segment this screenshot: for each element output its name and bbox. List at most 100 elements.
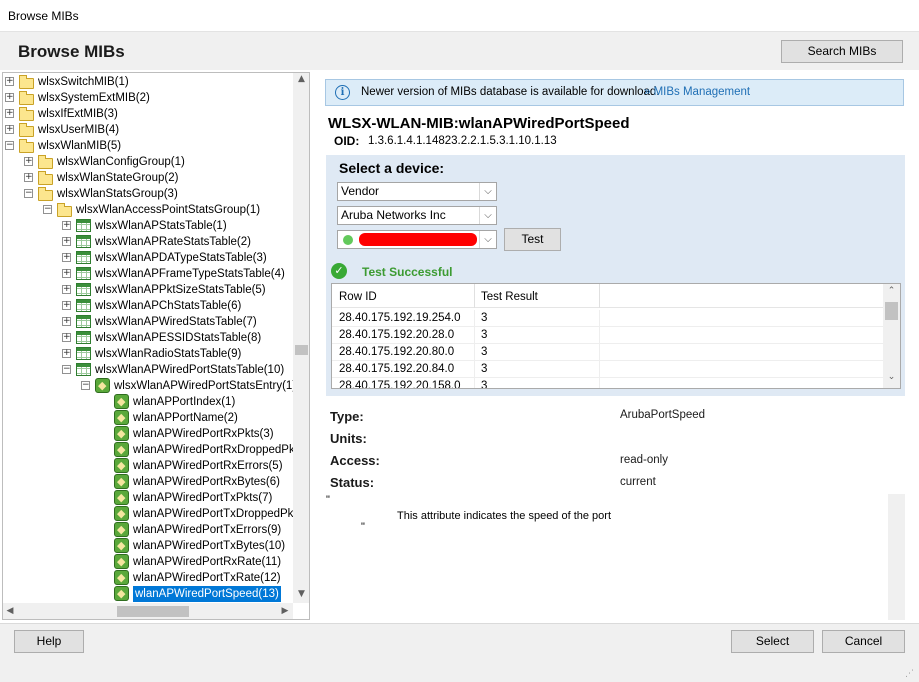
tree-node-label[interactable]: wlanAPWiredPortTxDroppedPkt: [133, 506, 297, 522]
tree-node[interactable]: + wlsxWlanStateGroup(2): [3, 170, 293, 186]
expand-icon[interactable]: +: [5, 77, 14, 86]
collapse-icon[interactable]: −: [81, 381, 90, 390]
tree-node[interactable]: wlanAPWiredPortTxErrors(9): [3, 522, 293, 538]
tree-node-label[interactable]: wlsxSwitchMIB(1): [38, 74, 129, 90]
tree-node[interactable]: + wlsxWlanRadioStatsTable(9): [3, 346, 293, 362]
tree-node[interactable]: − wlsxWlanAPWiredPortStatsTable(10): [3, 362, 293, 378]
column-header-test-result[interactable]: Test Result: [481, 289, 538, 305]
expand-icon[interactable]: +: [62, 269, 71, 278]
test-results-grid[interactable]: Row ID Test Result 28.40.175.192.19.254.…: [331, 283, 901, 389]
expand-icon[interactable]: +: [5, 93, 14, 102]
tree-node[interactable]: − wlsxWlanAPWiredPortStatsEntry(1): [3, 378, 296, 394]
tree-node-label[interactable]: wlsxWlanAPFrameTypeStatsTable(4): [95, 266, 285, 282]
tree-node[interactable]: wlanAPWiredPortRxRate(11): [3, 554, 293, 570]
tree-node[interactable]: + wlsxWlanAPESSIDStatsTable(8): [3, 330, 293, 346]
tree-node-label[interactable]: wlanAPWiredPortRxErrors(5): [133, 458, 283, 474]
scroll-left-icon[interactable]: ◀: [4, 606, 16, 616]
help-button[interactable]: Help: [14, 630, 84, 653]
tree-node[interactable]: + wlsxWlanAPFrameTypeStatsTable(4): [3, 266, 293, 282]
tree-node[interactable]: wlanAPWiredPortRxBytes(6): [3, 474, 293, 490]
tree-node[interactable]: wlanAPWiredPortTxBytes(10): [3, 538, 293, 554]
expand-icon[interactable]: +: [24, 173, 33, 182]
chevron-down-icon[interactable]: ⌵: [479, 207, 496, 224]
tree-node[interactable]: + wlsxSystemExtMIB(2): [3, 90, 293, 106]
description-scrollbar[interactable]: [888, 494, 905, 620]
tree-node[interactable]: wlanAPWiredPortTxDroppedPkt: [3, 506, 297, 522]
tree-horizontal-scrollbar[interactable]: ◀ ▶: [3, 603, 293, 619]
scroll-right-icon[interactable]: ▶: [279, 606, 291, 616]
tree-node-label[interactable]: wlanAPPortName(2): [133, 410, 238, 426]
tree-node[interactable]: + wlsxWlanAPRateStatsTable(2): [3, 234, 293, 250]
tree-node[interactable]: − wlsxWlanStatsGroup(3): [3, 186, 293, 202]
tree-node-label[interactable]: wlsxSystemExtMIB(2): [38, 90, 150, 106]
mibs-management-link[interactable]: » MIBs Management: [644, 86, 750, 98]
grid-vertical-scrollbar[interactable]: ⌃ ⌄: [883, 284, 900, 388]
tree-node-label[interactable]: wlsxUserMIB(4): [38, 122, 119, 138]
device-type-combo[interactable]: Vendor ⌵: [337, 182, 497, 201]
test-button[interactable]: Test: [504, 228, 561, 251]
tree-node-label[interactable]: wlsxWlanAPESSIDStatsTable(8): [95, 330, 261, 346]
tree-node-label[interactable]: wlsxWlanStatsGroup(3): [57, 186, 178, 202]
table-row[interactable]: 28.40.175.192.20.158.0 3: [332, 378, 883, 388]
tree-node[interactable]: + wlsxSwitchMIB(1): [3, 74, 293, 90]
tree-node[interactable]: wlanAPWiredPortTxRate(12): [3, 570, 293, 586]
tree-node-label[interactable]: wlanAPWiredPortRxBytes(6): [133, 474, 280, 490]
chevron-down-icon[interactable]: ⌵: [479, 183, 496, 200]
tree-node[interactable]: wlanAPWiredPortRxErrors(5): [3, 458, 293, 474]
table-row[interactable]: 28.40.175.192.19.254.0 3: [332, 310, 883, 327]
select-button[interactable]: Select: [731, 630, 814, 653]
tree-node-label[interactable]: wlsxWlanRadioStatsTable(9): [95, 346, 241, 362]
collapse-icon[interactable]: −: [5, 141, 14, 150]
expand-icon[interactable]: +: [24, 157, 33, 166]
tree-node-label[interactable]: wlanAPWiredPortRxPkts(3): [133, 426, 274, 442]
scroll-down-icon[interactable]: ▼: [293, 589, 309, 599]
vendor-combo[interactable]: Aruba Networks Inc ⌵: [337, 206, 497, 225]
chevron-down-icon[interactable]: ⌵: [479, 231, 496, 248]
tree-node-label[interactable]: wlsxWlanAPStatsTable(1): [95, 218, 227, 234]
tree-node[interactable]: wlanAPWiredPortSpeed(13): [3, 586, 293, 602]
tree-node-label[interactable]: wlanAPPortIndex(1): [133, 394, 235, 410]
expand-icon[interactable]: +: [62, 237, 71, 246]
tree-node[interactable]: + wlsxUserMIB(4): [3, 122, 293, 138]
tree-node[interactable]: − wlsxWlanMIB(5): [3, 138, 293, 154]
expand-icon[interactable]: +: [62, 349, 71, 358]
tree-node[interactable]: wlanAPWiredPortTxPkts(7): [3, 490, 293, 506]
collapse-icon[interactable]: −: [62, 365, 71, 374]
tree-node-label[interactable]: wlanAPWiredPortTxRate(12): [133, 570, 281, 586]
tree-node-label[interactable]: wlsxWlanStateGroup(2): [57, 170, 178, 186]
tree-node[interactable]: + wlsxWlanAPChStatsTable(6): [3, 298, 293, 314]
tree-node-label[interactable]: wlsxWlanMIB(5): [38, 138, 121, 154]
scroll-down-icon[interactable]: ⌄: [883, 372, 900, 382]
tree-node-label[interactable]: wlsxWlanAPRateStatsTable(2): [95, 234, 251, 250]
tree-node-label[interactable]: wlanAPWiredPortRxDroppedPk: [133, 442, 295, 458]
tree-node[interactable]: wlanAPPortIndex(1): [3, 394, 293, 410]
tree-node[interactable]: + wlsxWlanAPStatsTable(1): [3, 218, 293, 234]
tree-node-label[interactable]: wlsxWlanConfigGroup(1): [57, 154, 185, 170]
column-header-row-id[interactable]: Row ID: [339, 289, 377, 305]
expand-icon[interactable]: +: [5, 125, 14, 134]
tree-node-label[interactable]: wlsxWlanAPWiredStatsTable(7): [95, 314, 257, 330]
expand-icon[interactable]: +: [62, 317, 71, 326]
scroll-up-icon[interactable]: ⌃: [883, 286, 900, 296]
tree-node-label[interactable]: wlsxWlanAPWiredPortStatsTable(10): [95, 362, 284, 378]
tree-node-label[interactable]: wlsxWlanAPPktSizeStatsTable(5): [95, 282, 266, 298]
tree-node-label[interactable]: wlsxWlanAPWiredPortStatsEntry(1): [114, 378, 296, 394]
cancel-button[interactable]: Cancel: [822, 630, 905, 653]
expand-icon[interactable]: +: [5, 109, 14, 118]
tree-node-label[interactable]: wlsxIfExtMIB(3): [38, 106, 118, 122]
table-row[interactable]: 28.40.175.192.20.28.0 3: [332, 327, 883, 344]
expand-icon[interactable]: +: [62, 221, 71, 230]
tree-node-label-selected[interactable]: wlanAPWiredPortSpeed(13): [133, 586, 281, 602]
tree-node-label[interactable]: wlanAPWiredPortRxRate(11): [133, 554, 281, 570]
tree-node[interactable]: wlanAPPortName(2): [3, 410, 293, 426]
collapse-icon[interactable]: −: [43, 205, 52, 214]
table-row[interactable]: 28.40.175.192.20.80.0 3: [332, 344, 883, 361]
description-box[interactable]: " This attribute indicates the speed of …: [325, 494, 905, 620]
tree-node[interactable]: − wlsxWlanAccessPointStatsGroup(1): [3, 202, 293, 218]
collapse-icon[interactable]: −: [24, 189, 33, 198]
scroll-up-icon[interactable]: ▲: [293, 74, 309, 84]
tree-node[interactable]: + wlsxWlanAPPktSizeStatsTable(5): [3, 282, 293, 298]
tree-scroll-thumb[interactable]: [295, 345, 308, 355]
tree-node-label[interactable]: wlanAPWiredPortTxPkts(7): [133, 490, 272, 506]
tree-vertical-scrollbar[interactable]: ▲ ▼: [293, 73, 309, 603]
